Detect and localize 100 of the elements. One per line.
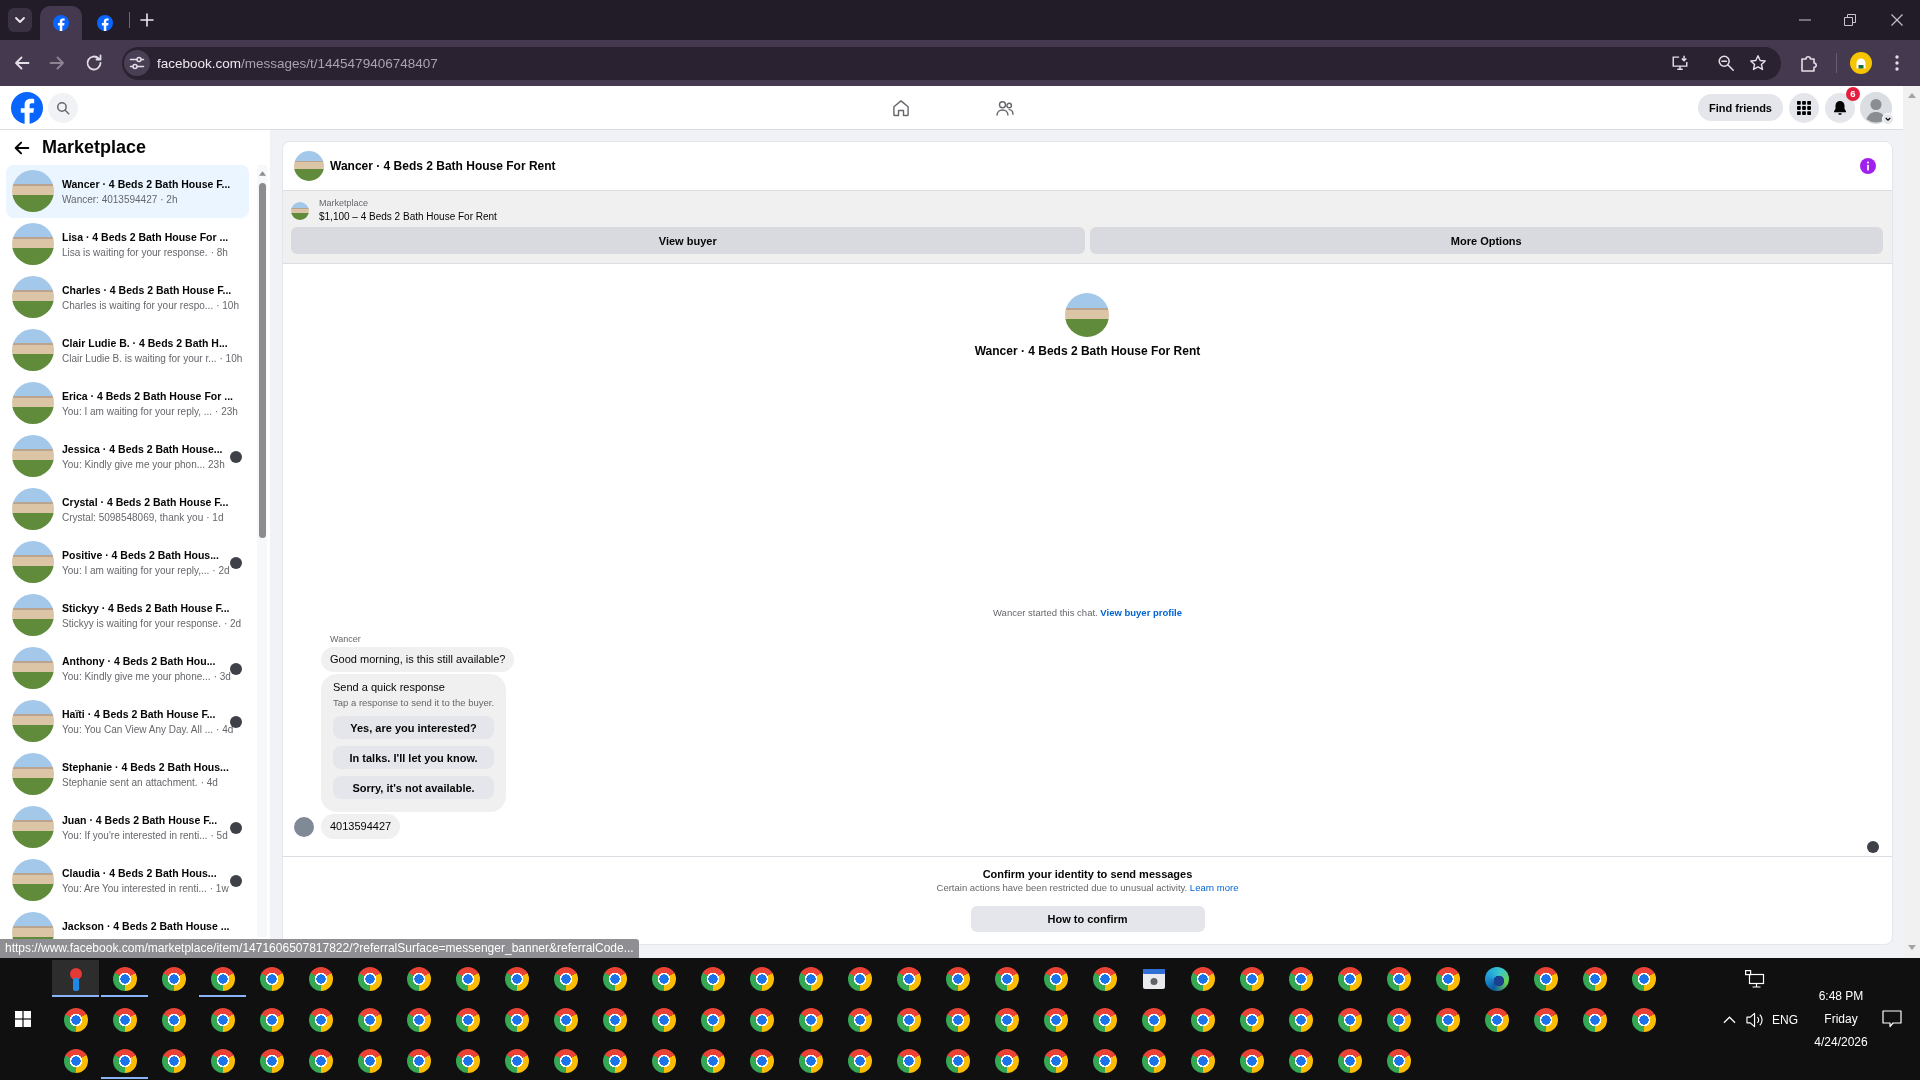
plus-icon[interactable] [140,13,154,27]
scrollbar[interactable] [257,165,267,937]
browser-icon [308,1048,333,1073]
browser-icon [357,966,382,991]
network-icon[interactable] [1745,969,1765,988]
browser-icon [1239,966,1264,991]
notifications-button[interactable] [1825,92,1855,123]
browser-icon [455,966,480,991]
browser-icon [700,1007,725,1032]
profile-icon[interactable] [1850,52,1872,74]
conversation-item[interactable]: Crystal · 4 Beds 2 Bath House F... Crystal: 5098548069, thank you · 1d [6,483,249,536]
info-icon[interactable] [1860,158,1876,174]
how-to-confirm-button[interactable]: How to confirm [970,906,1205,932]
reload-icon[interactable] [84,53,104,73]
conversation-item[interactable]: Stickyy · 4 Beds 2 Bath House F... Stickyy is waiting for your response. · 2d [6,589,249,642]
browser-icon [161,1048,186,1073]
conversation-item[interactable]: Lisa · 4 Beds 2 Bath House For ... Lisa is waiting for your response. · 8h [6,218,249,271]
message-preview: You: I am waiting for your reply, ... [62,405,213,418]
message-preview: Stephanie sent an attachment. [62,776,198,789]
conversation-item[interactable]: Positive · 4 Beds 2 Bath Hous... You: I am waiting for your reply,... · 2d [6,536,249,589]
message-preview: Stickyy is waiting for your response. [62,617,221,630]
house-photo [294,151,324,181]
clock-time: 6:48 PM [1818,987,1864,1005]
menu-button[interactable] [1789,92,1819,123]
browser-icon [1582,966,1607,991]
conversation-title: Charles · 4 Beds 2 Bath House F... [62,283,233,297]
find-friends-button[interactable]: Find friends [1698,94,1783,121]
message-time: · 1d [206,511,224,524]
search-icon [56,100,70,115]
address-bar[interactable]: facebook.com/messages/t/1445479406748407 [122,46,1781,80]
conversation-item[interactable]: Erica · 4 Beds 2 Bath House For ... You: I am waiting for your reply, ... · 23h [6,377,249,430]
conversation-item[interactable]: Clair Ludie B. · 4 Beds 2 Bath H... Clair Ludie B. is waiting for your r... · 10h [6,324,249,377]
notification-icon[interactable] [1882,1010,1902,1028]
browser-icon [553,1048,578,1073]
browser-icon [994,966,1019,991]
quick-reply-button[interactable]: Sorry, it's not available. [333,776,495,799]
chat-title: Wancer · 4 Beds 2 Bath House For Rent [330,159,556,173]
account-button[interactable] [1860,90,1894,125]
conversation-title: Claudia · 4 Beds 2 Bath Hous... [62,866,218,880]
browser-icon [112,1048,137,1073]
message-preview: Clair Ludie B. is waiting for your r... [62,352,217,365]
bell-icon [1832,99,1848,116]
site-info-button[interactable] [124,50,150,76]
browser-icon [749,1048,774,1073]
conversation-item[interactable]: Juan · 4 Beds 2 Bath House F... You: If you're interested in renti... · 5d [6,801,249,854]
conversation-item[interactable]: Anthony · 4 Beds 2 Bath Hou... You: Kindly give me your phone... · 3d [6,642,249,695]
link-preview-tooltip: https://www.facebook.com/marketplace/item/1471606507817822/?referralSurface=messenger_banner&referralCode... [0,939,639,958]
browser-icon [1043,1007,1068,1032]
conversation-item[interactable]: Stephanie · 4 Beds 2 Bath Hous... Stephanie sent an attachment. · 4d [6,748,249,801]
quick-reply-button[interactable]: In talks. I'll let you know. [333,746,495,769]
conversation-item[interactable]: Charles · 4 Beds 2 Bath House F... Charles is waiting for your respo... · 10h [6,271,249,324]
browser-icon [1533,1007,1558,1032]
start-icon[interactable] [15,1011,31,1027]
taskbar-button[interactable] [52,960,99,997]
listing-action-button[interactable]: View buyer [291,227,1085,254]
house-photo [12,541,54,583]
puzzle-icon[interactable] [1799,53,1819,73]
clock-date: 4/24/2026 [1814,1033,1868,1051]
conversation-item[interactable]: Jessica · 4 Beds 2 Bath House... You: Kindly give me your phon... 23h [6,430,249,483]
browser-icon [1337,1048,1362,1073]
clock-day: Friday [1824,1007,1858,1031]
browser-icon [602,1048,627,1073]
url-text: facebook.com/messages/t/1445479406748407 [157,55,438,71]
learn-more-link[interactable]: Learn more [1189,882,1239,893]
zoom-out-icon[interactable] [1717,54,1735,72]
house-photo [12,435,54,477]
quick-reply-button[interactable]: Yes, are you interested? [333,716,495,739]
browser-icon [602,1007,627,1032]
browser-icon [161,966,186,991]
logo-icon[interactable] [11,91,43,124]
install-icon[interactable] [1671,54,1689,72]
scrollbar-thumb[interactable] [258,183,266,538]
house-photo [1065,293,1110,337]
view-buyer-profile-link[interactable]: View buyer profile [1100,607,1182,618]
house-photo [12,170,54,212]
conversation-item[interactable]: Wancer · 4 Beds 2 Bath House F... Wancer: 4013594427 · 2h [6,165,249,218]
browser-icon [406,1007,431,1032]
language-indicator[interactable]: ENG [1772,1012,1798,1027]
browser-icon [357,1007,382,1032]
tab-search-button[interactable] [8,8,32,32]
browser-tab[interactable] [40,6,82,40]
speaker-icon[interactable] [1745,1011,1765,1028]
search-button[interactable] [48,92,78,123]
listing-action-button[interactable]: More Options [1089,227,1883,254]
star-icon[interactable] [1749,54,1767,72]
restore-icon[interactable] [1844,14,1856,26]
conversation-item[interactable]: Claudia · 4 Beds 2 Bath Hous... You: Are You interested in renti... · 1w [6,854,249,907]
scroll-up-icon[interactable] [258,171,266,176]
chevron-up-icon[interactable] [1722,1015,1736,1024]
message-time: · 2d [212,564,230,577]
browser-icon [1337,1007,1362,1032]
message-preview: Crystal: 5098548069, thank you [62,511,204,524]
browser-icon [1190,1007,1215,1032]
browser-icon [1043,966,1068,991]
close-icon[interactable] [1891,14,1903,26]
message-time: · 3d [213,670,231,683]
browser-icon [749,966,774,991]
browser-icon [651,1007,676,1032]
browser-icon [798,1007,823,1032]
message-time: · 10h [216,299,239,312]
